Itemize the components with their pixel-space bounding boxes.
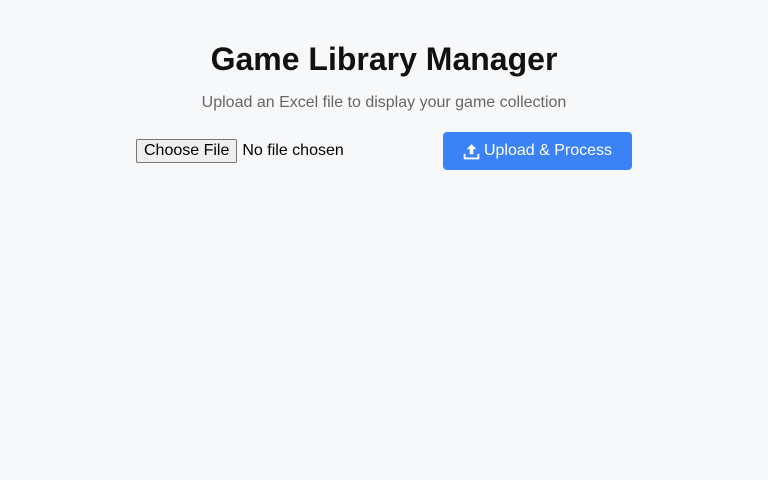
upload-form: Choose File No file chosen Upload & Proc… (136, 132, 632, 170)
page-subtitle: Upload an Excel file to display your gam… (201, 94, 567, 111)
upload-process-button[interactable]: Upload & Process (443, 132, 632, 170)
upload-process-label: Upload & Process (483, 142, 613, 159)
file-input[interactable]: Choose File No file chosen (136, 139, 344, 163)
page: Game Library Manager Upload an Excel fil… (0, 0, 768, 480)
file-status-text: No file chosen (242, 142, 344, 159)
upload-icon (463, 143, 480, 160)
page-title: Game Library Manager (210, 41, 558, 77)
choose-file-button[interactable]: Choose File (136, 139, 238, 163)
